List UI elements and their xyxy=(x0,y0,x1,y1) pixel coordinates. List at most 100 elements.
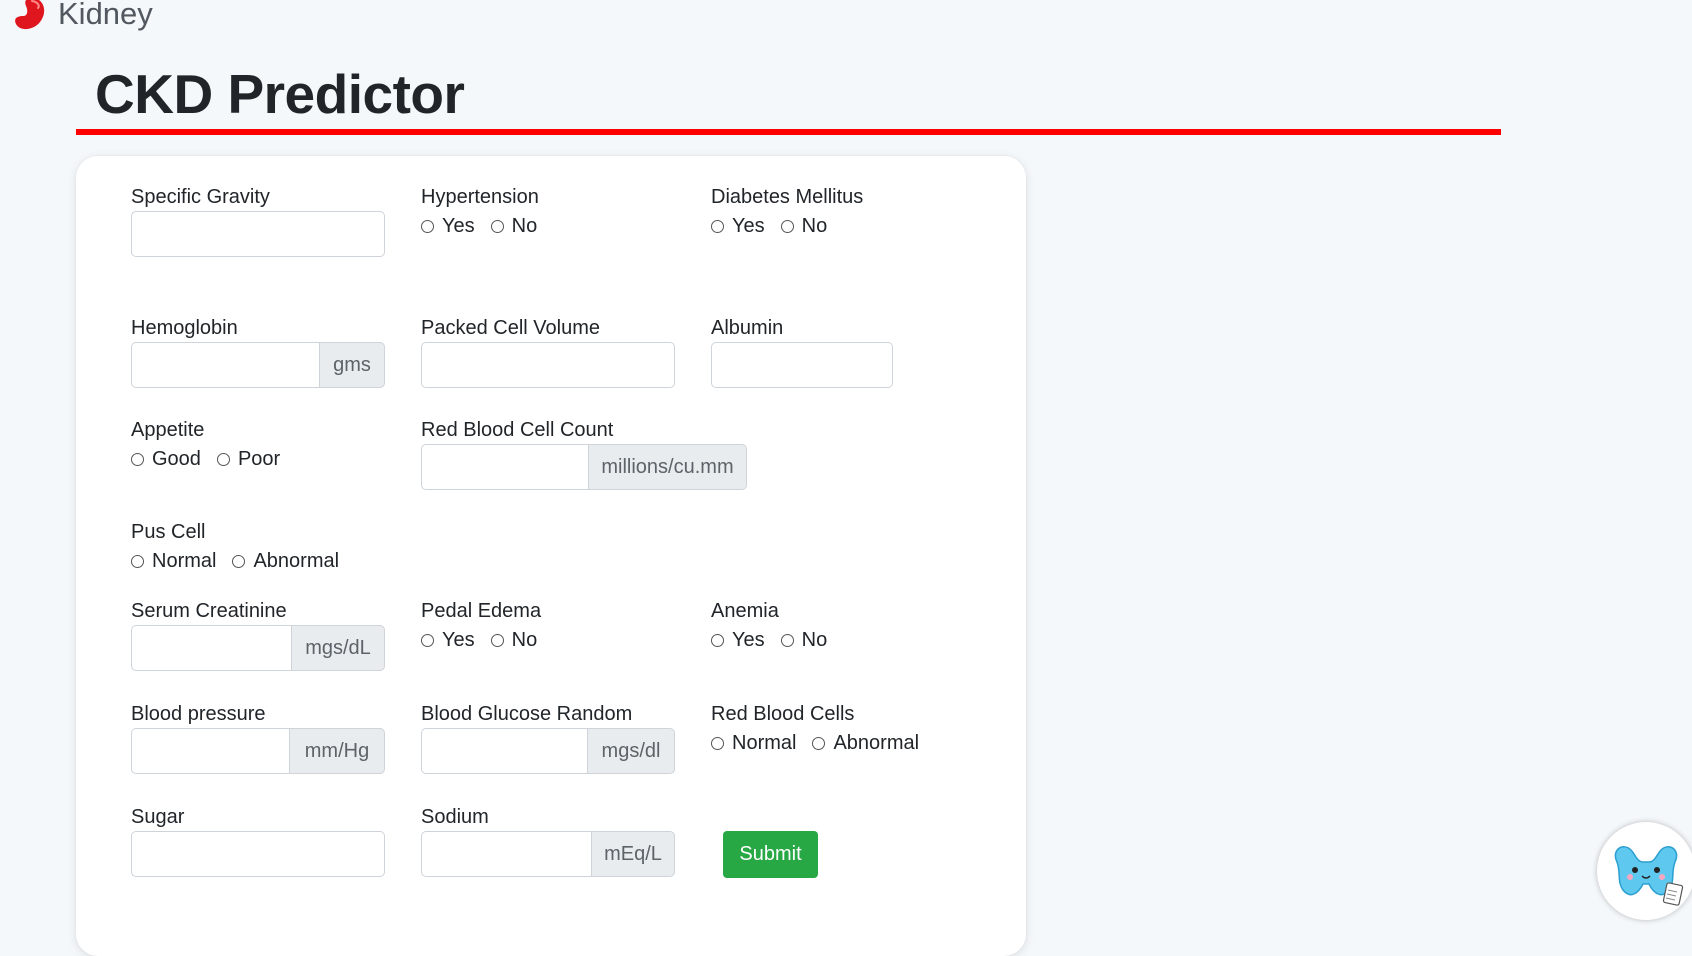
pedal-edema-yes-radio[interactable]: Yes xyxy=(421,629,475,652)
radio-label: Normal xyxy=(732,732,797,754)
pus-cell-normal-radio[interactable]: Normal xyxy=(131,550,216,573)
radio-label: Yes xyxy=(732,629,765,651)
field-red-blood-cell-count: Red Blood Cell Count millions/cu.mm xyxy=(421,419,747,490)
radio-circle-icon xyxy=(711,634,724,647)
diabetes-yes-radio[interactable]: Yes xyxy=(711,215,765,238)
field-red-blood-cells: Red Blood Cells Normal Abnormal xyxy=(711,703,919,754)
field-blood-glucose-random: Blood Glucose Random mgs/dl xyxy=(421,704,675,774)
field-appetite: Appetite Good Poor xyxy=(131,420,280,470)
diabetes-mellitus-options: Yes No xyxy=(711,215,843,238)
radio-label: No xyxy=(511,215,538,237)
red-blood-cells-normal-radio[interactable]: Normal xyxy=(711,732,796,755)
radio-label: Yes xyxy=(442,215,475,237)
red-blood-cell-count-input[interactable] xyxy=(421,444,588,490)
anemia-yes-radio[interactable]: Yes xyxy=(711,629,765,652)
radio-label: Yes xyxy=(732,215,765,237)
radio-circle-icon xyxy=(421,634,434,647)
pus-cell-options: Normal Abnormal xyxy=(131,550,355,573)
field-sodium: Sodium mEq/L xyxy=(421,806,675,877)
radio-label: Abnormal xyxy=(833,732,920,754)
radio-circle-icon xyxy=(131,453,144,466)
serum-creatinine-label: Serum Creatinine xyxy=(131,600,287,622)
sodium-input[interactable] xyxy=(421,831,591,877)
field-pus-cell: Pus Cell Normal Abnormal xyxy=(131,521,339,572)
blood-pressure-unit: mm/Hg xyxy=(289,728,385,774)
anemia-label: Anemia xyxy=(711,600,779,622)
radio-label: Abnormal xyxy=(253,550,340,572)
appetite-poor-radio[interactable]: Poor xyxy=(216,448,280,471)
field-blood-pressure: Blood pressure mm/Hg xyxy=(131,704,385,774)
field-diabetes-mellitus: Diabetes Mellitus Yes No xyxy=(711,187,863,237)
field-hemoglobin: Hemoglobin gms xyxy=(131,317,385,388)
blood-pressure-input[interactable] xyxy=(131,728,289,774)
albumin-input[interactable] xyxy=(711,342,893,388)
radio-label: Normal xyxy=(152,550,217,572)
radio-circle-icon xyxy=(711,737,724,750)
sodium-input-group: mEq/L xyxy=(421,831,675,877)
red-blood-cell-count-label: Red Blood Cell Count xyxy=(421,419,614,441)
blood-glucose-random-input-group: mgs/dl xyxy=(421,728,675,774)
packed-cell-volume-label: Packed Cell Volume xyxy=(421,317,600,339)
specific-gravity-input[interactable] xyxy=(131,211,385,257)
hypertension-options: Yes No xyxy=(421,215,553,238)
field-hypertension: Hypertension Yes No xyxy=(421,186,539,237)
diabetes-no-radio[interactable]: No xyxy=(780,215,828,238)
field-packed-cell-volume: Packed Cell Volume xyxy=(421,317,675,388)
blood-glucose-random-input[interactable] xyxy=(421,728,587,774)
radio-circle-icon xyxy=(780,634,794,647)
red-blood-cell-count-input-group: millions/cu.mm xyxy=(421,444,747,490)
pus-cell-label: Pus Cell xyxy=(131,521,206,543)
kidney-logo-icon xyxy=(15,0,45,29)
radio-circle-icon xyxy=(812,737,826,750)
field-sugar: Sugar xyxy=(131,806,385,877)
field-albumin: Albumin xyxy=(711,318,893,388)
hypertension-label: Hypertension xyxy=(421,186,539,208)
hypertension-yes-radio[interactable]: Yes xyxy=(421,215,475,238)
sugar-label: Sugar xyxy=(131,806,185,828)
appetite-options: Good Poor xyxy=(131,448,296,471)
pedal-edema-label: Pedal Edema xyxy=(421,600,542,622)
packed-cell-volume-input[interactable] xyxy=(421,342,675,388)
title-divider xyxy=(76,129,1501,135)
radio-label: Yes xyxy=(442,629,475,651)
anemia-options: Yes No xyxy=(711,629,843,652)
radio-circle-icon xyxy=(232,555,246,568)
radio-circle-icon xyxy=(490,634,504,647)
red-blood-cells-options: Normal Abnormal xyxy=(711,732,935,755)
mascot-chat-button[interactable] xyxy=(1597,822,1692,920)
serum-creatinine-unit: mgs/dL xyxy=(291,625,385,671)
radio-circle-icon xyxy=(490,220,504,233)
sodium-unit: mEq/L xyxy=(591,831,675,877)
radio-circle-icon xyxy=(421,220,434,233)
radio-circle-icon xyxy=(711,220,724,233)
radio-label: No xyxy=(801,629,828,651)
radio-circle-icon xyxy=(216,453,230,466)
submit-button[interactable]: Submit xyxy=(723,831,818,878)
red-blood-cell-count-unit: millions/cu.mm xyxy=(588,444,747,490)
serum-creatinine-input[interactable] xyxy=(131,625,291,671)
hemoglobin-label: Hemoglobin xyxy=(131,317,238,339)
appetite-good-radio[interactable]: Good xyxy=(131,448,201,471)
hemoglobin-input[interactable] xyxy=(131,342,319,388)
radio-label: No xyxy=(511,629,538,651)
radio-circle-icon xyxy=(131,555,144,568)
field-pedal-edema: Pedal Edema Yes No xyxy=(421,600,542,651)
brand[interactable]: Kidney xyxy=(10,0,153,34)
red-blood-cells-label: Red Blood Cells xyxy=(711,703,855,725)
sugar-input[interactable] xyxy=(131,831,385,877)
red-blood-cells-abnormal-radio[interactable]: Abnormal xyxy=(812,732,919,755)
hypertension-no-radio[interactable]: No xyxy=(490,215,538,238)
blood-glucose-random-unit: mgs/dl xyxy=(587,728,675,774)
field-serum-creatinine: Serum Creatinine mgs/dL xyxy=(131,600,385,671)
serum-creatinine-input-group: mgs/dL xyxy=(131,625,385,671)
page-title: CKD Predictor xyxy=(95,63,465,125)
radio-label: No xyxy=(801,215,828,237)
pedal-edema-no-radio[interactable]: No xyxy=(490,629,538,652)
hemoglobin-unit: gms xyxy=(319,342,385,388)
brand-name: Kidney xyxy=(58,0,153,31)
blood-pressure-input-group: mm/Hg xyxy=(131,728,385,774)
pedal-edema-options: Yes No xyxy=(421,629,553,652)
pus-cell-abnormal-radio[interactable]: Abnormal xyxy=(232,550,339,573)
anemia-no-radio[interactable]: No xyxy=(780,629,828,652)
sodium-label: Sodium xyxy=(421,806,489,828)
